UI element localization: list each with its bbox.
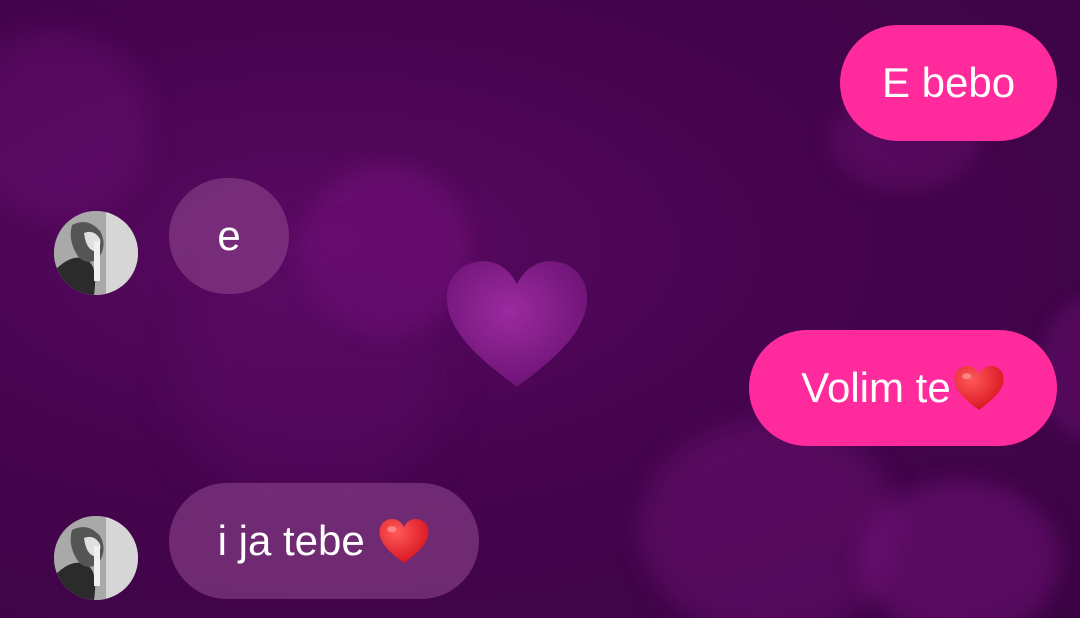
heart-emoji-icon bbox=[954, 366, 1004, 410]
background-bokeh bbox=[0, 30, 150, 220]
message-text: e bbox=[217, 212, 241, 259]
message-bubble-incoming[interactable]: i ja tebe bbox=[169, 483, 479, 599]
message-bubble-outgoing[interactable]: Volim te bbox=[749, 330, 1057, 446]
message-bubble-incoming[interactable]: e bbox=[169, 178, 289, 294]
message-text: E bebo bbox=[881, 59, 1016, 106]
message-text: i ja tebe bbox=[217, 517, 377, 564]
avatar-photo-icon bbox=[54, 516, 138, 600]
contact-avatar[interactable] bbox=[54, 516, 138, 600]
background-heart-icon bbox=[446, 261, 588, 387]
heart-emoji-icon bbox=[379, 519, 429, 563]
contact-avatar[interactable] bbox=[54, 211, 138, 295]
avatar-photo-icon bbox=[54, 211, 138, 295]
message-bubble-outgoing[interactable]: E bebo bbox=[840, 25, 1057, 141]
message-text: Volim te bbox=[801, 364, 951, 411]
background-bokeh bbox=[640, 420, 900, 618]
